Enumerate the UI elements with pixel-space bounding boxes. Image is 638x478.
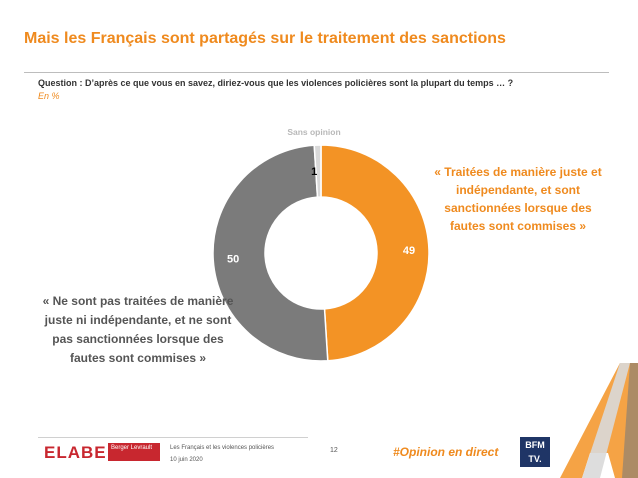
value-label-sans-opinion: 1 bbox=[311, 166, 317, 178]
header-divider bbox=[24, 72, 609, 73]
unit-label: En % bbox=[38, 91, 60, 101]
hashtag: #Opinion en direct bbox=[393, 445, 499, 459]
page-number: 12 bbox=[330, 447, 338, 454]
study-title: Les Français et les violences policières bbox=[170, 445, 275, 451]
bfm-tv-logo: BFM TV. bbox=[520, 437, 550, 467]
footer-divider bbox=[38, 437, 308, 438]
study-date: 10 juin 2020 bbox=[170, 457, 203, 463]
value-label-pas-juste: 50 bbox=[227, 254, 239, 266]
callout-not-just: « Ne sont pas traitées de manière juste … bbox=[42, 294, 234, 365]
sans-opinion-label: Sans opinion bbox=[287, 127, 341, 137]
page-title: Mais les Français sont partagés sur le t… bbox=[24, 30, 506, 47]
donut-chart: 49 50 1 bbox=[212, 144, 430, 362]
decorative-a-logo bbox=[560, 363, 638, 478]
callout-just: « Traitées de manière juste et indépenda… bbox=[434, 165, 602, 233]
elabe-logo: ELABE bbox=[44, 443, 107, 462]
berger-levrault-logo: Berger Levrault bbox=[108, 443, 160, 461]
survey-question: Question : D’après ce que vous en savez,… bbox=[38, 78, 514, 88]
value-label-juste: 49 bbox=[403, 245, 415, 257]
